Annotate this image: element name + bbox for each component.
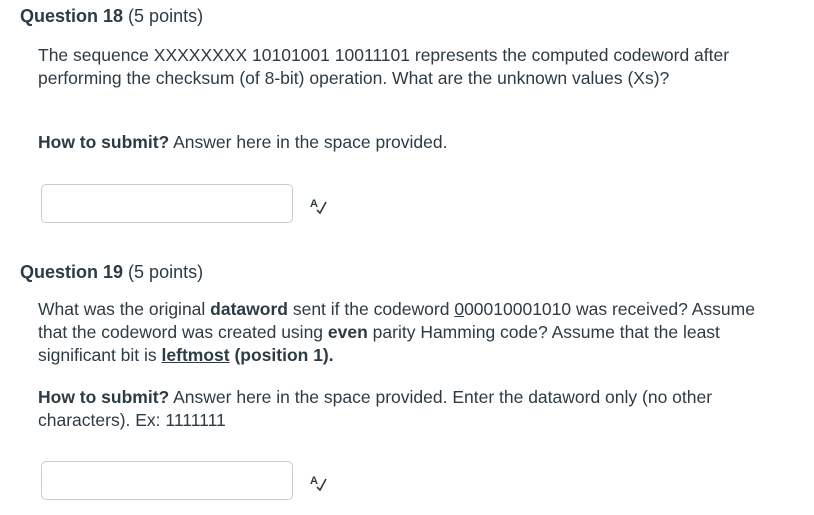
question-19-submit-instructions: How to submit? Answer here in the space … [38,386,768,432]
question-19-codeword-first-bit: 0 [454,299,465,319]
question-19-body: What was the original dataword sent if t… [38,298,768,367]
question-18-submit-text: Answer here in the space provided. [169,132,448,152]
question-18-submit-label: How to submit? [38,132,170,152]
question-19-answer-input[interactable] [41,461,293,500]
question-19-points: (5 points) [128,262,204,282]
svg-text:A: A [310,198,318,210]
question-19-text: sent if the codeword [287,299,455,319]
spellcheck-icon[interactable]: A [308,195,328,215]
question-18-submit-instructions: How to submit? Answer here in the space … [38,131,778,154]
question-19-submit-label: How to submit? [38,387,170,407]
question-19-bold-even: even [327,322,368,342]
question-18-points: (5 points) [128,6,204,26]
question-19-bold-position: (position 1). [229,345,334,365]
question-19-codeword: 00010001010 [464,299,572,319]
question-18-title: Question 18 [20,6,124,26]
question-18-body: The sequence XXXXXXXX 10101001 10011101 … [38,45,730,88]
svg-text:A: A [310,475,318,487]
question-19-text: What was the original [38,299,211,319]
question-18-answer-input[interactable] [41,184,293,223]
question-19-title: Question 19 [20,262,124,282]
question-19-bold-leftmost: leftmost [161,345,230,365]
spellcheck-icon[interactable]: A [308,472,328,492]
question-19-header: Question 19 (5 points) [20,262,203,283]
question-18-header: Question 18 (5 points) [20,6,203,27]
question-19-bold-dataword: dataword [210,299,288,319]
